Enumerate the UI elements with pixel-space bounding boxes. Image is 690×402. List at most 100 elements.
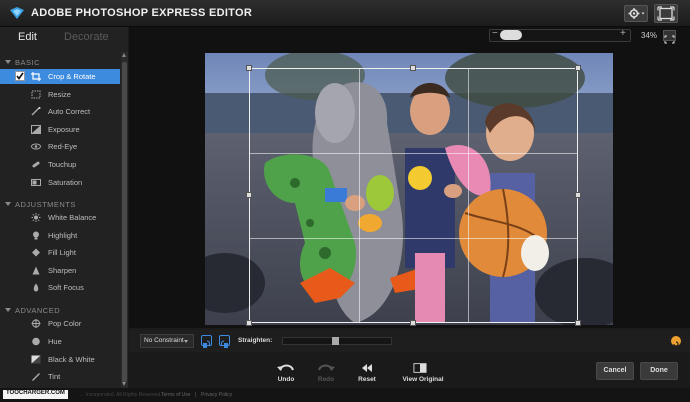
section-advanced-header[interactable]: ADVANCED (5, 306, 60, 315)
sharpen-icon (32, 266, 40, 275)
magic-wand-icon (31, 107, 41, 116)
redo-icon (318, 364, 335, 371)
tool-label: Auto Correct (48, 107, 91, 116)
collapse-triangle-icon (5, 60, 11, 64)
footer-separator: | (195, 392, 197, 398)
tool-touchup[interactable]: Touchup (0, 157, 120, 172)
fullscreen-icon (657, 6, 675, 21)
tool-pop-color[interactable]: Pop Color (0, 316, 120, 331)
tab-decorate[interactable]: Decorate (64, 31, 109, 43)
resize-icon (31, 90, 41, 99)
collapse-triangle-icon (5, 308, 11, 312)
zoom-level-readout: 34% (641, 31, 658, 40)
tool-label: Soft Focus (48, 283, 84, 292)
tool-label: White Balance (48, 213, 97, 222)
tool-sharpen[interactable]: Sharpen (0, 263, 120, 278)
tool-white-balance[interactable]: White Balance (0, 210, 120, 225)
hue-icon (32, 337, 40, 346)
tool-fill-light[interactable]: Fill Light (0, 245, 120, 260)
tool-label: Resize (48, 90, 71, 99)
fit-to-screen-button[interactable] (663, 30, 676, 44)
reset-button[interactable]: Reset (347, 362, 387, 388)
crop-handle-top-right[interactable] (575, 65, 581, 71)
crop-grid-line (249, 238, 578, 239)
redo-button[interactable]: Redo (306, 362, 346, 388)
tool-soft-focus[interactable]: Soft Focus (0, 280, 120, 295)
crop-handle-top[interactable] (410, 65, 416, 71)
sidebar-scrollbar[interactable] (121, 52, 128, 388)
tool-tint[interactable]: Tint (0, 369, 120, 384)
soft-focus-icon (33, 283, 39, 292)
tool-highlight[interactable]: Highlight (0, 228, 120, 243)
settings-button[interactable] (624, 5, 648, 22)
zoom-slider-knob[interactable] (500, 30, 522, 40)
rewind-icon (362, 364, 372, 372)
tool-exposure[interactable]: Exposure (0, 122, 120, 137)
section-adjustments-header[interactable]: ADJUSTMENTS (5, 200, 76, 209)
crop-grid-line (468, 68, 469, 323)
photoshop-express-logo-icon (10, 7, 24, 19)
fullscreen-button[interactable] (654, 4, 678, 23)
tool-label: Pop Color (48, 319, 82, 328)
zoom-out-button[interactable]: − (492, 28, 498, 39)
done-button[interactable]: Done (640, 362, 678, 380)
rotate-left-button[interactable] (201, 335, 212, 348)
tool-label: Fill Light (48, 248, 76, 257)
lightbulb-icon (33, 231, 39, 240)
checkbox-icon (15, 71, 25, 81)
rotate-right-button[interactable] (219, 335, 230, 348)
app-title: ADOBE PHOTOSHOP EXPRESS EDITOR (31, 7, 253, 19)
tool-resize[interactable]: Resize (0, 87, 120, 102)
section-basic-header[interactable]: BASIC (5, 58, 40, 67)
scroll-down-arrow-icon[interactable] (122, 382, 126, 386)
copyright-text: ... Incorporated. All Rights Reserved. (80, 392, 162, 398)
watermark: TOOCHARGER.COM (3, 390, 68, 399)
tool-label: Exposure (48, 125, 80, 134)
crop-toolbar (129, 330, 690, 352)
editor-tabs: Edit Decorate (0, 27, 128, 51)
tool-saturation[interactable]: Saturation (0, 175, 120, 190)
view-original-button[interactable]: View Original (400, 362, 446, 388)
straighten-slider-knob[interactable] (332, 337, 339, 345)
tool-label: Hue (48, 337, 62, 346)
crop-handle-right[interactable] (575, 192, 581, 198)
reset-label: Reset (358, 376, 376, 383)
tool-red-eye[interactable]: Red-Eye (0, 139, 120, 154)
redo-label: Redo (317, 376, 335, 383)
crop-handle-bottom-right[interactable] (575, 320, 581, 326)
undo-button[interactable]: Undo (266, 362, 306, 388)
tool-crop-rotate[interactable]: Crop & Rotate (0, 69, 120, 84)
fill-light-icon (32, 248, 40, 257)
scroll-up-arrow-icon[interactable] (122, 53, 126, 57)
tool-label: Crop & Rotate (48, 72, 96, 81)
gear-icon (628, 8, 645, 19)
black-white-icon (31, 355, 41, 364)
sun-icon (31, 213, 41, 222)
tool-label: Red-Eye (48, 142, 78, 151)
crop-icon (31, 72, 41, 81)
tool-black-white[interactable]: Black & White (0, 352, 120, 367)
cancel-button[interactable]: Cancel (596, 362, 634, 380)
tool-hue[interactable]: Hue (0, 334, 120, 349)
eye-icon (31, 143, 41, 150)
reset-crop-icon[interactable] (671, 336, 681, 347)
straighten-label: Straighten: (238, 337, 273, 344)
crop-handle-bottom[interactable] (410, 320, 416, 326)
undo-label: Undo (277, 376, 295, 383)
rotate-right-icon (220, 340, 228, 348)
chevron-down-icon (184, 340, 188, 343)
zoom-in-button[interactable]: + (620, 28, 626, 39)
crop-handle-left[interactable] (246, 192, 252, 198)
crop-handle-top-left[interactable] (246, 65, 252, 71)
crop-handle-bottom-left[interactable] (246, 320, 252, 326)
pop-color-icon (31, 319, 41, 328)
tab-edit[interactable]: Edit (18, 31, 37, 43)
scrollbar-thumb[interactable] (122, 62, 127, 382)
rotate-left-icon (203, 340, 211, 348)
tool-auto-correct[interactable]: Auto Correct (0, 104, 120, 119)
crop-selection-box[interactable] (249, 68, 578, 323)
privacy-policy-link[interactable]: Privacy Policy (201, 392, 232, 398)
tools-sidebar: Edit Decorate BASIC Crop & Rotate Resize… (0, 27, 128, 388)
fit-screen-icon (664, 35, 675, 44)
terms-of-use-link[interactable]: Terms of Use (161, 392, 190, 398)
